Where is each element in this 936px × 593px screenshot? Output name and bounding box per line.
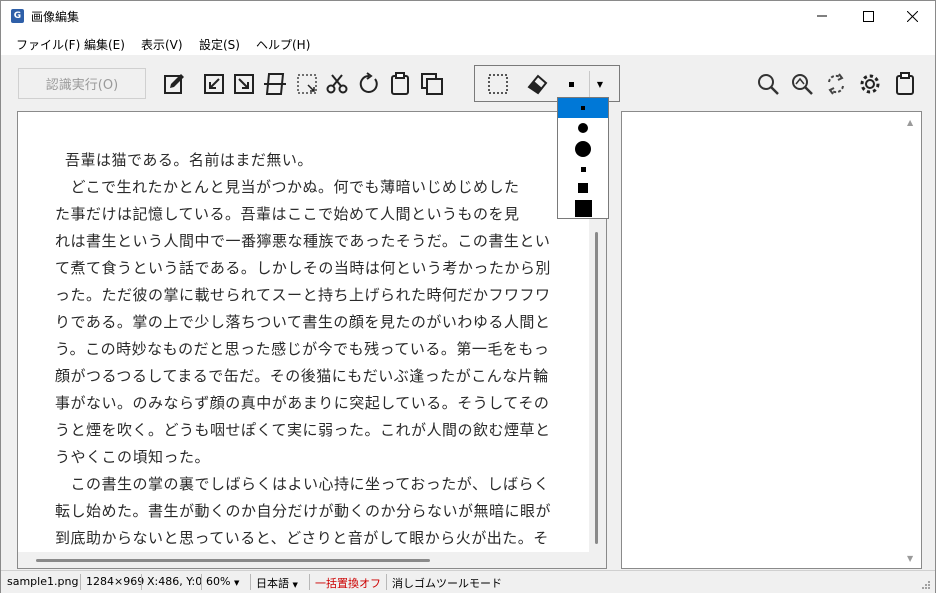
window-title: 画像編集 — [31, 10, 80, 24]
replace-toggle[interactable]: 一括置換オフ — [315, 575, 381, 591]
rect-select-icon[interactable] — [485, 71, 511, 97]
status-coords: X:486, Y:0 — [147, 575, 203, 588]
resize-grip-icon[interactable] — [921, 580, 931, 590]
image-view-panel[interactable]: 吾輩は猫である。名前はまだ無い。 どこで生れたかとんと見当がつかぬ。何でも薄暗い… — [17, 111, 607, 569]
zoom-icon[interactable] — [755, 71, 781, 97]
size-option-medium-square[interactable] — [558, 178, 608, 198]
app-icon: G — [11, 9, 24, 23]
status-filename: sample1.png — [7, 575, 79, 588]
doc-line: りである。掌の上で少し落ちついて書生の顔を見たのがいわゆる人間と — [55, 313, 551, 331]
eraser-icon[interactable] — [524, 71, 550, 97]
status-image-size: 1284×969 — [86, 575, 145, 588]
close-icon — [906, 10, 918, 22]
crop-icon[interactable] — [294, 71, 320, 97]
doc-line: 事がない。のみならず顔の真中があまりに突起している。そうしてその — [55, 394, 550, 412]
settings-icon[interactable] — [857, 71, 883, 97]
status-divider — [309, 574, 310, 590]
app-window: G 画像編集 ファイル(F) 編集(E) 表示(V) 設定(S) ヘルプ(H) … — [0, 0, 936, 593]
doc-line: 到底助からないと思っていると、どさりと音がして眼から火が出た。そ — [55, 529, 549, 547]
status-divider — [141, 574, 142, 590]
chevron-down-icon: ▼ — [292, 581, 298, 589]
doc-line: どこで生れたかとんと見当がつかぬ。何でも薄暗いじめじめした — [55, 178, 520, 196]
rotate-icon[interactable] — [356, 71, 382, 97]
scroll-up-icon[interactable]: ▲ — [907, 118, 913, 127]
maximize-button[interactable] — [845, 1, 891, 31]
status-bar: sample1.png 1284×969 X:486, Y:0 60% ▼ 日本… — [1, 570, 935, 593]
vertical-scroll-thumb[interactable] — [595, 232, 598, 544]
menu-edit[interactable]: 編集(E) — [84, 36, 125, 53]
doc-line: う。この時妙なものだと思った感じが今でも残っている。第一毛をもっ — [55, 340, 550, 358]
maximize-icon — [862, 10, 874, 22]
size-option-medium-circle[interactable] — [558, 118, 608, 138]
horizontal-scroll-thumb[interactable] — [36, 559, 430, 562]
chevron-down-icon[interactable]: ▼ — [589, 71, 610, 97]
doc-line: 転し始めた。書生が動くのか自分だけが動くのか分らないが無暗に眼が — [55, 502, 552, 520]
doc-line: った。ただ彼の掌に載せられてスーと持ち上げられた時何だかフワフワ — [55, 286, 551, 304]
copy-icon[interactable] — [419, 71, 445, 97]
scissors-icon[interactable] — [324, 71, 350, 97]
horizontal-scrollbar[interactable] — [18, 552, 606, 568]
doc-line: うやくこの頃知った。 — [55, 448, 211, 466]
doc-line: 吾輩は猫である。名前はまだ無い。 — [65, 151, 313, 169]
doc-line: 顔がつるつるしてまるで缶だ。その後猫にもだいぶ逢ったがこんな片輪 — [55, 367, 549, 385]
menu-help[interactable]: ヘルプ(H) — [256, 36, 310, 53]
scroll-down-icon[interactable]: ▼ — [907, 554, 913, 563]
doc-line: れは書生という人間中で一番獰悪な種族であったそうだ。この書生とい — [55, 232, 551, 250]
run-recognition-button[interactable]: 認識実行(O) — [18, 68, 146, 99]
export-right-icon[interactable] — [231, 71, 257, 97]
doc-line: た事だけは記憶している。吾輩はここで始めて人間というものを見 — [55, 205, 520, 223]
status-divider — [80, 574, 81, 590]
chevron-down-icon: ▼ — [233, 579, 240, 587]
zoom-select[interactable]: 60% ▼ — [206, 575, 239, 588]
language-value: 日本語 — [256, 577, 289, 590]
doc-line: うと煙を吹く。どうも咽せぽくて実に弱った。これが人間の飲む煙草と — [55, 421, 551, 439]
size-preview-icon — [569, 82, 574, 87]
text-output-panel[interactable]: ▲ ▼ — [621, 111, 922, 569]
zoom-fit-icon[interactable] — [789, 71, 815, 97]
menu-file[interactable]: ファイル(F) — [16, 36, 80, 53]
minimize-icon — [817, 15, 827, 17]
size-option-large-circle[interactable] — [558, 138, 608, 160]
status-divider — [386, 574, 387, 590]
rotate-view-icon[interactable] — [823, 71, 849, 97]
size-option-large-square[interactable] — [558, 198, 608, 218]
minimize-button[interactable] — [799, 1, 845, 31]
doc-line: て煮て食うという話である。しかしその当時は何という考かったから別 — [55, 259, 551, 277]
import-left-icon[interactable] — [201, 71, 227, 97]
close-button[interactable] — [889, 1, 935, 31]
language-select[interactable]: 日本語 ▼ — [256, 575, 298, 591]
menu-view[interactable]: 表示(V) — [141, 36, 183, 53]
clipboard-icon[interactable] — [387, 71, 413, 97]
menu-bar: ファイル(F) 編集(E) 表示(V) 設定(S) ヘルプ(H) — [1, 31, 935, 55]
status-divider — [201, 574, 202, 590]
paste-icon[interactable] — [892, 71, 918, 97]
document-image[interactable]: 吾輩は猫である。名前はまだ無い。 どこで生れたかとんと見当がつかぬ。何でも薄暗い… — [22, 116, 588, 550]
status-mode: 消しゴムツールモード — [392, 577, 502, 590]
size-option-small-square-2[interactable] — [558, 160, 608, 178]
title-bar: G 画像編集 — [1, 1, 935, 31]
zoom-value: 60% — [206, 575, 231, 588]
edit-icon[interactable] — [161, 71, 187, 97]
perspective-icon[interactable] — [262, 71, 288, 97]
menu-settings[interactable]: 設定(S) — [199, 36, 240, 53]
doc-line: この書生の掌の裏でしばらくはよい心持に坐っておったが、しばらく — [55, 475, 550, 493]
eraser-size-dropdown — [557, 97, 609, 219]
status-divider — [250, 574, 251, 590]
size-option-small-square[interactable] — [558, 98, 608, 118]
